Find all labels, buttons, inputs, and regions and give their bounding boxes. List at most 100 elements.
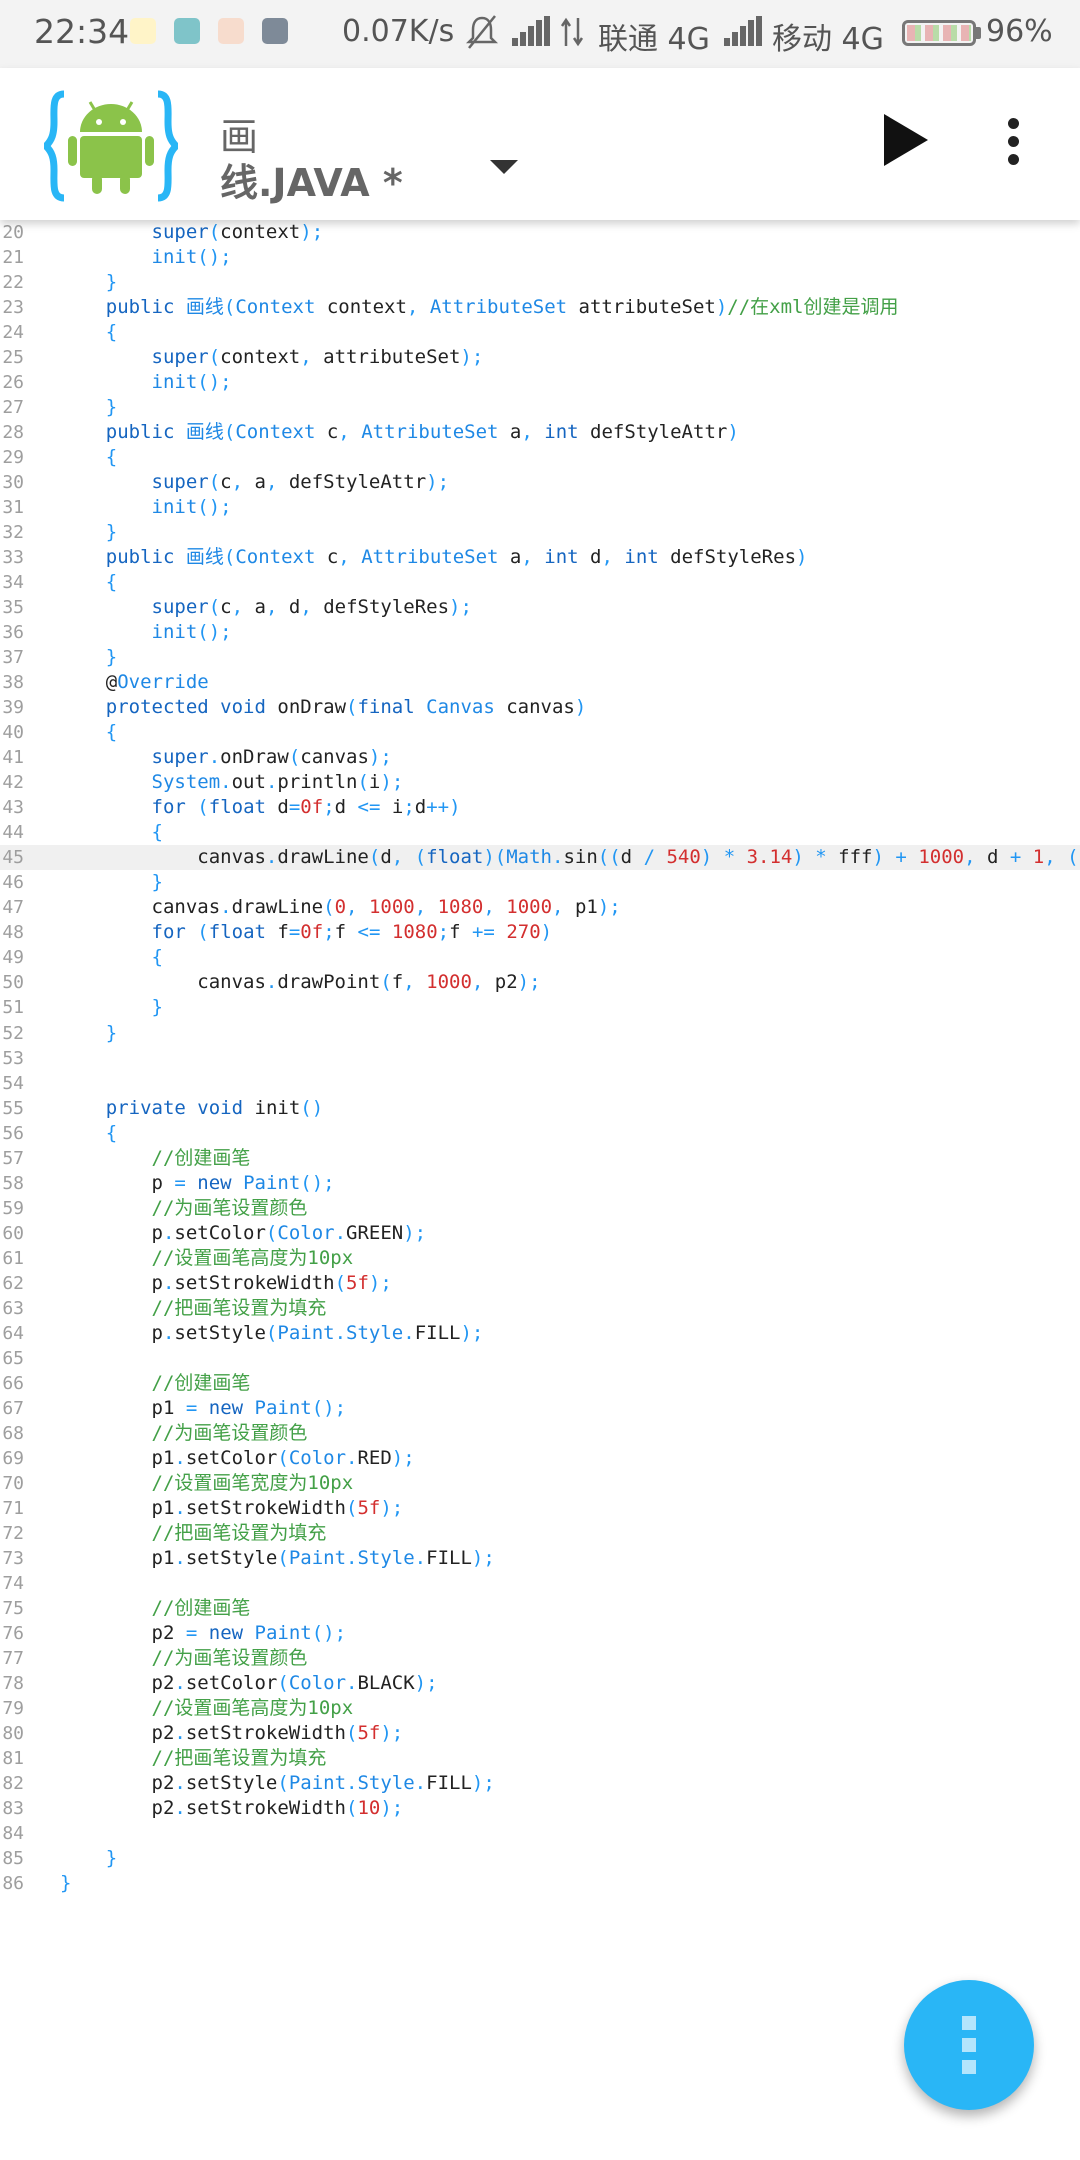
code-line[interactable]: 50 canvas.drawPoint(f, 1000, p2); <box>0 970 1080 995</box>
code-line[interactable]: 40 { <box>0 720 1080 745</box>
code-line[interactable]: 31 init(); <box>0 495 1080 520</box>
code-text[interactable]: } <box>60 870 163 895</box>
code-line[interactable]: 46 } <box>0 870 1080 895</box>
code-line[interactable]: 54 <box>0 1071 1080 1096</box>
code-line[interactable]: 78 p2.setColor(Color.BLACK); <box>0 1671 1080 1696</box>
code-text[interactable]: canvas.drawLine(d, (float)(Math.sin((d /… <box>60 845 1080 870</box>
code-line[interactable]: 22 } <box>0 270 1080 295</box>
code-line[interactable]: 66 //创建画笔 <box>0 1371 1080 1396</box>
code-text[interactable]: //创建画笔 <box>60 1146 251 1171</box>
code-text[interactable]: //设置画笔高度为10px <box>60 1246 354 1271</box>
code-text[interactable]: for (float d=0f;d <= i;d++) <box>60 795 461 820</box>
code-line[interactable]: 67 p1 = new Paint(); <box>0 1396 1080 1421</box>
code-line[interactable]: 61 //设置画笔高度为10px <box>0 1246 1080 1271</box>
code-text[interactable]: } <box>60 995 163 1020</box>
code-line[interactable]: 26 init(); <box>0 370 1080 395</box>
code-line[interactable]: 23 public 画线(Context context, AttributeS… <box>0 295 1080 320</box>
code-line[interactable]: 53 <box>0 1046 1080 1071</box>
code-line[interactable]: 39 protected void onDraw(final Canvas ca… <box>0 695 1080 720</box>
code-text[interactable]: { <box>60 570 117 595</box>
code-text[interactable]: } <box>60 1846 117 1871</box>
code-text[interactable]: p2.setColor(Color.BLACK); <box>60 1671 438 1696</box>
code-text[interactable]: System.out.println(i); <box>60 770 404 795</box>
code-text[interactable]: protected void onDraw(final Canvas canva… <box>60 695 587 720</box>
code-text[interactable]: { <box>60 1121 117 1146</box>
code-line[interactable]: 21 init(); <box>0 245 1080 270</box>
code-text[interactable]: //设置画笔宽度为10px <box>60 1471 354 1496</box>
code-text[interactable]: { <box>60 945 163 970</box>
code-line[interactable]: 29 { <box>0 445 1080 470</box>
code-text[interactable]: //创建画笔 <box>60 1371 251 1396</box>
code-text[interactable]: } <box>60 270 117 295</box>
code-line[interactable]: 36 init(); <box>0 620 1080 645</box>
code-line[interactable]: 49 { <box>0 945 1080 970</box>
code-line[interactable]: 45 canvas.drawLine(d, (float)(Math.sin((… <box>0 845 1080 871</box>
code-line[interactable]: 41 super.onDraw(canvas); <box>0 745 1080 770</box>
code-text[interactable]: //设置画笔高度为10px <box>60 1696 354 1721</box>
code-text[interactable]: canvas.drawPoint(f, 1000, p2); <box>60 970 540 995</box>
code-line[interactable]: 70 //设置画笔宽度为10px <box>0 1471 1080 1496</box>
code-text[interactable]: init(); <box>60 495 232 520</box>
code-text[interactable]: p1.setStyle(Paint.Style.FILL); <box>60 1546 495 1571</box>
code-text[interactable]: //为画笔设置颜色 <box>60 1646 308 1671</box>
code-text[interactable]: p2.setStrokeWidth(10); <box>60 1796 404 1821</box>
code-line[interactable]: 83 p2.setStrokeWidth(10); <box>0 1796 1080 1821</box>
fab-more-button[interactable] <box>904 1980 1034 2110</box>
android-logo-icon[interactable] <box>44 88 178 204</box>
code-text[interactable]: super.onDraw(canvas); <box>60 745 392 770</box>
code-text[interactable]: //为画笔设置颜色 <box>60 1421 308 1446</box>
code-text[interactable]: p = new Paint(); <box>60 1171 335 1196</box>
code-text[interactable]: } <box>60 520 117 545</box>
code-line[interactable]: 60 p.setColor(Color.GREEN); <box>0 1221 1080 1246</box>
code-line[interactable]: 27 } <box>0 395 1080 420</box>
code-text[interactable]: p1 = new Paint(); <box>60 1396 347 1421</box>
code-line[interactable]: 38 @Override <box>0 670 1080 695</box>
code-text[interactable]: //为画笔设置颜色 <box>60 1196 308 1221</box>
code-line[interactable]: 72 //把画笔设置为填充 <box>0 1521 1080 1546</box>
code-text[interactable]: public 画线(Context c, AttributeSet a, int… <box>60 420 739 445</box>
play-icon[interactable] <box>882 112 930 168</box>
code-line[interactable]: 56 { <box>0 1121 1080 1146</box>
code-text[interactable]: p1.setColor(Color.RED); <box>60 1446 415 1471</box>
code-line[interactable]: 55 private void init() <box>0 1096 1080 1121</box>
code-text[interactable]: p.setStyle(Paint.Style.FILL); <box>60 1321 484 1346</box>
code-text[interactable]: //把画笔设置为填充 <box>60 1296 327 1321</box>
code-line[interactable]: 48 for (float f=0f;f <= 1080;f += 270) <box>0 920 1080 945</box>
code-line[interactable]: 28 public 画线(Context c, AttributeSet a, … <box>0 420 1080 445</box>
code-text[interactable]: public 画线(Context c, AttributeSet a, int… <box>60 545 808 570</box>
code-line[interactable]: 82 p2.setStyle(Paint.Style.FILL); <box>0 1771 1080 1796</box>
file-title[interactable]: 画 线.JAVA * <box>220 114 420 206</box>
code-text[interactable]: //把画笔设置为填充 <box>60 1746 327 1771</box>
code-text[interactable]: public 画线(Context context, AttributeSet … <box>60 295 899 320</box>
code-line[interactable]: 64 p.setStyle(Paint.Style.FILL); <box>0 1321 1080 1346</box>
code-text[interactable]: super(c, a, d, defStyleRes); <box>60 595 472 620</box>
code-line[interactable]: 35 super(c, a, d, defStyleRes); <box>0 595 1080 620</box>
code-line[interactable]: 63 //把画笔设置为填充 <box>0 1296 1080 1321</box>
code-line[interactable]: 42 System.out.println(i); <box>0 770 1080 795</box>
code-line[interactable]: 68 //为画笔设置颜色 <box>0 1421 1080 1446</box>
code-text[interactable]: } <box>60 395 117 420</box>
code-line[interactable]: 20 super(context); <box>0 220 1080 245</box>
code-line[interactable]: 86} <box>0 1871 1080 1896</box>
code-text[interactable]: canvas.drawLine(0, 1000, 1080, 1000, p1)… <box>60 895 621 920</box>
code-line[interactable]: 74 <box>0 1571 1080 1596</box>
code-text[interactable]: @Override <box>60 670 209 695</box>
code-text[interactable]: { <box>60 820 163 845</box>
code-line[interactable]: 84 <box>0 1821 1080 1846</box>
code-text[interactable]: p.setStrokeWidth(5f); <box>60 1271 392 1296</box>
code-line[interactable]: 47 canvas.drawLine(0, 1000, 1080, 1000, … <box>0 895 1080 920</box>
code-text[interactable]: init(); <box>60 620 232 645</box>
code-line[interactable]: 57 //创建画笔 <box>0 1146 1080 1171</box>
code-line[interactable]: 71 p1.setStrokeWidth(5f); <box>0 1496 1080 1521</box>
code-line[interactable]: 43 for (float d=0f;d <= i;d++) <box>0 795 1080 820</box>
code-text[interactable]: //把画笔设置为填充 <box>60 1521 327 1546</box>
code-line[interactable]: 52 } <box>0 1021 1080 1046</box>
code-text[interactable]: p1.setStrokeWidth(5f); <box>60 1496 404 1521</box>
code-text[interactable]: p2.setStrokeWidth(5f); <box>60 1721 404 1746</box>
dropdown-arrow-icon[interactable] <box>490 160 518 174</box>
code-line[interactable]: 59 //为画笔设置颜色 <box>0 1196 1080 1221</box>
code-editor[interactable]: 20 super(context); 21 init(); 22 } 23 publi… <box>0 220 1080 1920</box>
code-line[interactable]: 65 <box>0 1346 1080 1371</box>
code-text[interactable]: } <box>60 1871 71 1896</box>
code-text[interactable]: super(c, a, defStyleAttr); <box>60 470 450 495</box>
